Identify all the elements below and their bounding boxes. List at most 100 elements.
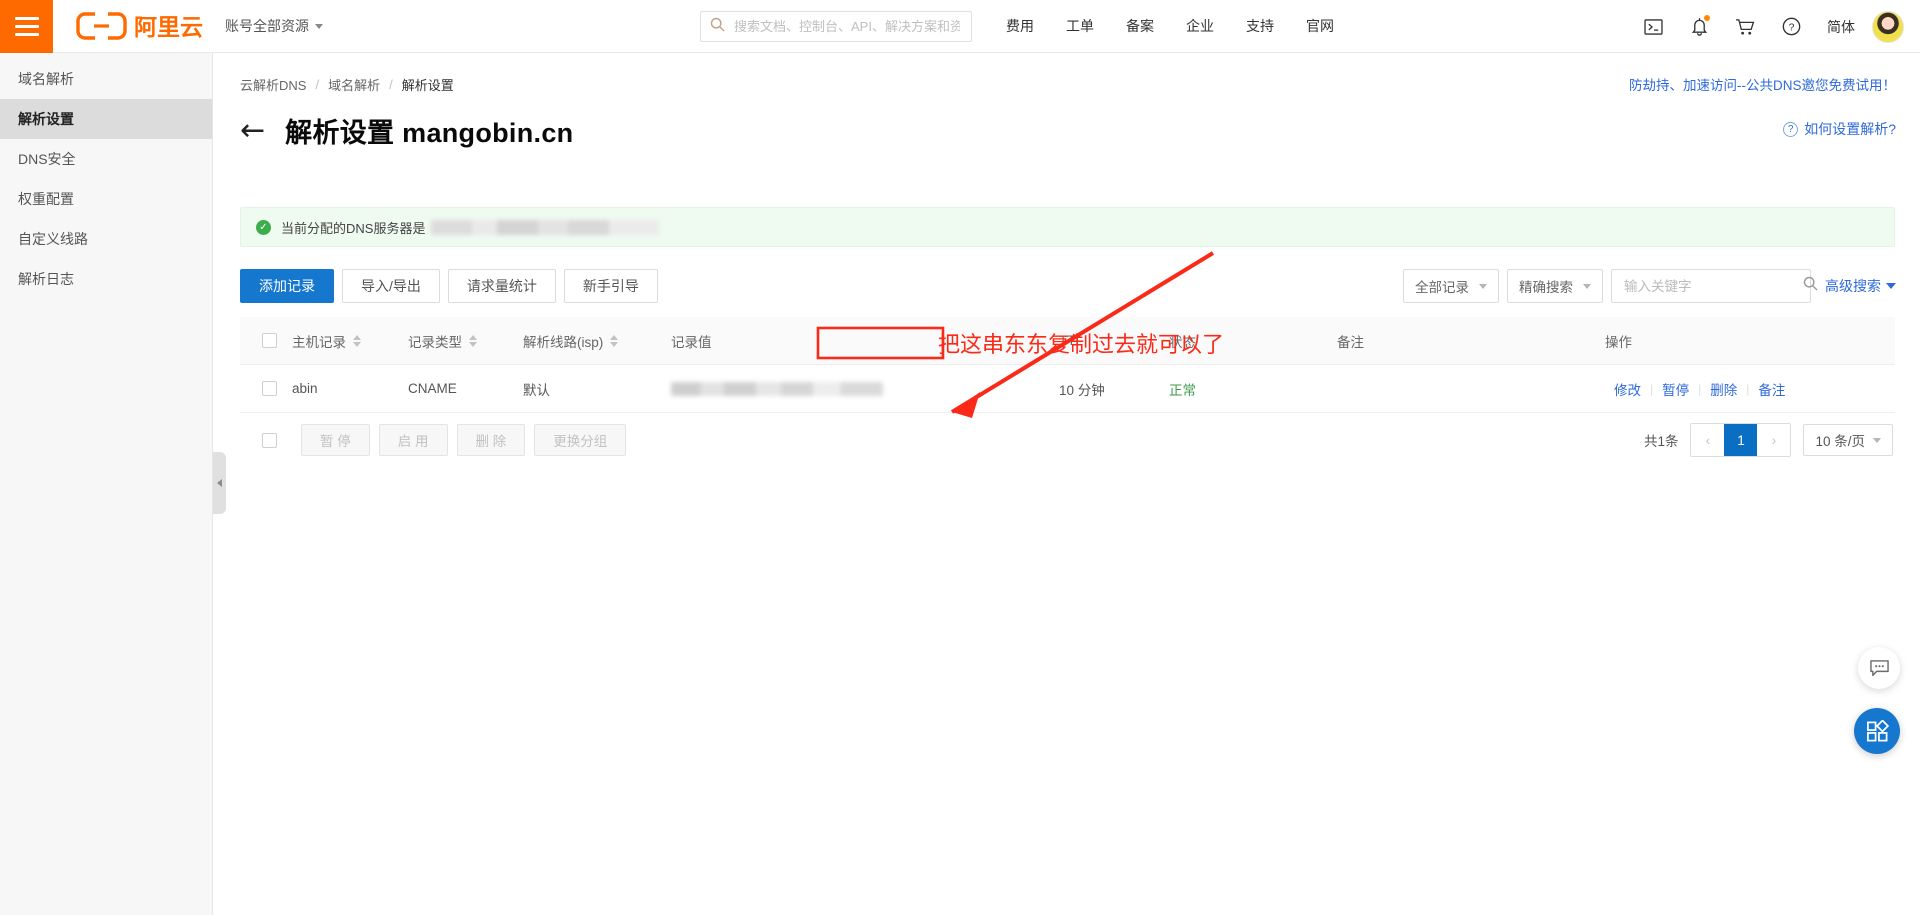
notification-badge (1704, 15, 1710, 21)
batch-change-group-button[interactable]: 更换分组 (534, 424, 627, 456)
match-mode-filter-label: 精确搜索 (1519, 280, 1573, 295)
search-icon[interactable] (1803, 276, 1818, 296)
back-arrow-icon[interactable]: ← (240, 115, 265, 146)
breadcrumb-separator: / (389, 77, 393, 92)
import-export-button[interactable]: 导入/导出 (342, 269, 440, 303)
page-size-selector[interactable]: 10 条/页 (1803, 424, 1893, 456)
sidebar-item-resolution-log[interactable]: 解析日志 (0, 259, 212, 299)
advanced-search-toggle[interactable]: 高级搜索 (1825, 276, 1896, 296)
account-scope-selector[interactable]: 账号全部资源 (225, 16, 323, 36)
dns-server-redacted-value (431, 219, 660, 235)
sidebar-item-resolution-settings[interactable]: 解析设置 (0, 99, 212, 139)
record-type-filter[interactable]: 全部记录 (1403, 269, 1499, 303)
row-action-delete[interactable]: 删除 (1701, 379, 1746, 399)
page-size-label: 10 条/页 (1815, 434, 1865, 449)
sort-line-icon[interactable] (610, 334, 619, 347)
chevron-right-icon (217, 479, 222, 487)
select-all-cell (240, 333, 292, 348)
aliyun-logo[interactable]: 阿里云 (75, 11, 203, 41)
global-search[interactable] (700, 11, 972, 42)
app-grid-icon[interactable] (1854, 708, 1900, 754)
avatar[interactable] (1872, 10, 1904, 43)
sidebar-item-weight-config[interactable]: 权重配置 (0, 179, 212, 219)
row-action-pause[interactable]: 暂停 (1653, 379, 1698, 399)
help-link[interactable]: ? 如何设置解析? (1783, 119, 1896, 139)
check-circle-icon: ✓ (256, 219, 271, 235)
sidebar-item-domain-resolution[interactable]: 域名解析 (0, 59, 212, 99)
select-all-checkbox[interactable] (262, 333, 277, 348)
table-header-row: 主机记录 记录类型 解析线路(isp) 记录值 TTL 状态 备注 操作 (240, 317, 1895, 365)
next-page-button[interactable]: › (1757, 424, 1791, 456)
footer-select-all-checkbox[interactable] (262, 432, 277, 448)
top-bar: 阿里云 账号全部资源 费用 工单 备案 企业 支持 官网 ? 简体 (0, 0, 1920, 53)
top-nav-item-1[interactable]: 工单 (1050, 0, 1110, 53)
column-header-type[interactable]: 记录类型 (408, 331, 523, 351)
sidebar: 域名解析 解析设置 DNS安全 权重配置 自定义线路 解析日志 (0, 53, 213, 915)
page-header: ← 解析设置 mangobin.cn (240, 111, 573, 150)
aliyun-logo-icon: 阿里云 (76, 12, 203, 40)
language-switcher[interactable]: 简体 (1814, 17, 1868, 37)
keyword-search-input[interactable] (1622, 277, 1803, 295)
chat-bubble-glyph (1869, 659, 1889, 676)
top-nav-item-5[interactable]: 官网 (1290, 0, 1350, 53)
breadcrumb-item-0[interactable]: 云解析DNS (240, 75, 306, 94)
chat-bubble-icon[interactable] (1858, 647, 1900, 689)
cell-host: abin (292, 381, 318, 396)
request-stats-button[interactable]: 请求量统计 (447, 269, 556, 303)
breadcrumb-separator: / (315, 77, 320, 92)
sort-host-icon[interactable] (353, 334, 361, 347)
cell-line: 默认 (523, 382, 550, 398)
beginner-guide-button[interactable]: 新手引导 (563, 269, 658, 303)
row-checkbox[interactable] (262, 381, 277, 396)
column-header-ttl-label: TTL (1059, 333, 1084, 348)
page-number-1[interactable]: 1 (1724, 424, 1758, 456)
column-header-type-label: 记录类型 (408, 334, 462, 350)
app-grid-glyph (1866, 719, 1889, 741)
total-count-label: 共1条 (1643, 434, 1679, 449)
account-scope-label: 账号全部资源 (225, 18, 309, 34)
add-record-button[interactable]: 添加记录 (240, 269, 334, 303)
terminal-icon[interactable] (1630, 0, 1676, 53)
top-nav-item-3[interactable]: 企业 (1170, 0, 1230, 53)
top-nav-item-0[interactable]: 费用 (990, 0, 1050, 53)
cell-value[interactable] (671, 381, 1059, 396)
breadcrumb-item-1[interactable]: 域名解析 (328, 75, 380, 94)
pagination-group: ‹ 1 › (1690, 423, 1792, 457)
cart-icon[interactable] (1722, 0, 1768, 53)
help-link-label: 如何设置解析? (1804, 121, 1896, 137)
global-search-input[interactable] (732, 18, 962, 35)
dns-server-alert-text: 当前分配的DNS服务器是 (281, 220, 426, 236)
help-circle-icon[interactable]: ? (1768, 0, 1814, 53)
column-header-line[interactable]: 解析线路(isp) (523, 331, 671, 351)
cell-operations: 修改 | 暂停 | 删除 | 备注 (1605, 379, 1895, 399)
column-header-operation: 操作 (1605, 331, 1895, 351)
sidebar-collapse-handle[interactable] (213, 452, 226, 514)
top-nav-item-4[interactable]: 支持 (1230, 0, 1290, 53)
sidebar-item-dns-security[interactable]: DNS安全 (0, 139, 212, 179)
batch-delete-button[interactable]: 删 除 (456, 424, 526, 456)
table-footer: 暂 停 启 用 删 除 更换分组 共1条 ‹ 1 › 10 条/页 (240, 413, 1895, 467)
table-row: abin CNAME 默认 10 分钟 正常 修改 | 暂停 | 删除 | 备注 (240, 365, 1895, 413)
row-action-note[interactable]: 备注 (1749, 379, 1794, 399)
bell-icon[interactable] (1676, 0, 1722, 53)
batch-pause-button[interactable]: 暂 停 (301, 424, 370, 456)
promo-link[interactable]: 防劫持、加速访问--公共DNS邀您免费试用！ (1629, 74, 1896, 94)
keyword-search[interactable] (1611, 269, 1818, 303)
prev-page-button[interactable]: ‹ (1691, 424, 1725, 456)
status-badge: 正常 (1169, 382, 1196, 398)
breadcrumb: 云解析DNS / 域名解析 / 解析设置 (240, 75, 454, 94)
top-nav: 费用 工单 备案 企业 支持 官网 (990, 0, 1350, 53)
top-nav-item-2[interactable]: 备案 (1110, 0, 1170, 53)
column-header-host[interactable]: 主机记录 (292, 331, 408, 351)
match-mode-filter[interactable]: 精确搜索 (1507, 269, 1603, 303)
column-header-note-label: 备注 (1337, 334, 1364, 350)
advanced-search-label: 高级搜索 (1825, 278, 1881, 294)
batch-enable-button[interactable]: 启 用 (378, 424, 448, 456)
row-action-edit[interactable]: 修改 (1605, 379, 1650, 399)
column-header-value-label: 记录值 (671, 334, 712, 350)
sidebar-item-custom-line[interactable]: 自定义线路 (0, 219, 212, 259)
hamburger-icon[interactable] (0, 0, 53, 53)
column-header-operation-label: 操作 (1605, 334, 1632, 350)
sort-type-icon[interactable] (469, 334, 477, 347)
column-header-value: 记录值 (671, 331, 1059, 351)
